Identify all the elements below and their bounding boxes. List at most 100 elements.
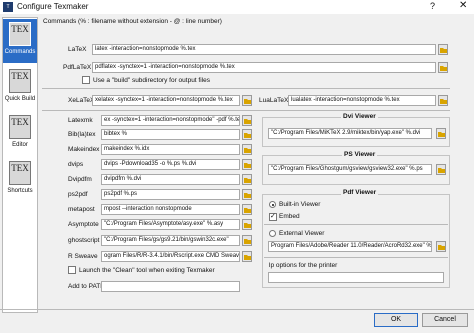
rsweave-label: R Sweave <box>68 253 98 260</box>
build-subdirectory-label: Use a "build" subdirectory for output fi… <box>93 77 210 84</box>
embed-label: Embed <box>279 213 300 220</box>
latex-label: LaTeX <box>68 46 87 53</box>
folder-icon <box>244 255 251 260</box>
printer-options-label: lp options for the printer <box>269 262 338 269</box>
path-label: Add to PATH <box>68 283 105 290</box>
ghostscript-browse-button[interactable] <box>242 235 252 246</box>
dvips-browse-button[interactable] <box>242 159 252 170</box>
folder-icon <box>244 133 251 138</box>
sidebar-item-editor[interactable]: TEX Editor <box>3 112 37 156</box>
asymptote-label: Asymptote <box>68 221 99 228</box>
makeindex-label: Makeindex <box>68 146 100 153</box>
pdflatex-browse-button[interactable] <box>438 62 448 73</box>
clean-on-exit-checkbox[interactable] <box>68 266 76 274</box>
asymptote-browse-button[interactable] <box>242 219 252 230</box>
ps2pdf-command-field[interactable]: ps2pdf %.ps <box>101 189 240 200</box>
external-viewer-radio[interactable] <box>269 230 276 237</box>
folder-icon <box>244 148 251 153</box>
pdflatex-command-field[interactable]: pdflatex -synctex=1 -interaction=nonstop… <box>92 62 436 73</box>
external-viewer-label: External Viewer <box>279 230 325 237</box>
builtin-viewer-label: Built-in Viewer <box>279 201 321 208</box>
close-button[interactable]: ✕ <box>459 0 467 11</box>
metapost-command-field[interactable]: mpost --interaction nonstopmode <box>101 204 240 215</box>
commands-hint: Commands (% : filename without extension… <box>43 18 222 25</box>
lualatex-command-field[interactable]: lualatex -interaction=nonstopmode %.tex <box>288 95 436 106</box>
xelatex-browse-button[interactable] <box>242 95 252 106</box>
folder-icon <box>438 168 445 173</box>
builtin-viewer-radio[interactable] <box>269 201 276 208</box>
folder-icon <box>244 99 251 104</box>
folder-icon <box>244 119 251 124</box>
embed-checkbox[interactable] <box>269 212 277 221</box>
folder-icon <box>440 99 447 104</box>
metapost-browse-button[interactable] <box>242 204 252 215</box>
asymptote-command-field[interactable]: "C:/Program Files/Asymptote/asy.exe" %.a… <box>101 219 240 230</box>
ghostscript-label: ghostscript <box>68 237 100 244</box>
latexmk-label: Latexmk <box>68 117 93 124</box>
sidebar-item-commands[interactable]: TEX Commands <box>3 19 37 63</box>
rsweave-command-field[interactable]: ogram Files/R/R-3.4.1/bin/Rscript.exe CM… <box>101 251 240 262</box>
ps-viewer-browse-button[interactable] <box>436 164 446 175</box>
dvips-command-field[interactable]: dvips -Pdownload35 -o %.ps %.dvi <box>101 159 240 170</box>
dvi-viewer-title: Dvi Viewer <box>341 113 378 120</box>
sidebar-item-label: Commands <box>4 49 36 55</box>
build-subdirectory-checkbox[interactable] <box>82 76 90 84</box>
rsweave-browse-button[interactable] <box>242 251 252 262</box>
sidebar-item-shortcuts[interactable]: TEX Shortcuts <box>3 158 37 202</box>
latexmk-command-field[interactable]: ex -synctex=1 -interaction=nonstopmode" … <box>101 115 240 126</box>
folder-icon <box>244 208 251 213</box>
ps-viewer-title: PS Viewer <box>342 151 378 158</box>
ghostscript-command-field[interactable]: "C:/Program Files/gs/gs9.21/bin/gswin32c… <box>101 235 240 246</box>
dvipdfm-command-field[interactable]: dvipdfm %.dvi <box>101 174 240 185</box>
path-field[interactable] <box>101 281 240 292</box>
app-icon: T <box>3 2 13 12</box>
folder-icon <box>244 223 251 228</box>
folder-icon <box>244 163 251 168</box>
bibtex-command-field[interactable]: bibtex % <box>101 129 240 140</box>
folder-icon <box>438 132 445 137</box>
tex-icon: TEX <box>9 69 31 93</box>
folder-icon <box>440 66 447 71</box>
folder-icon <box>244 193 251 198</box>
xelatex-label: XeLaTeX <box>68 97 95 104</box>
ps2pdf-label: ps2pdf <box>68 191 88 198</box>
tex-icon: TEX <box>9 115 31 139</box>
folder-icon <box>244 178 251 183</box>
ps2pdf-browse-button[interactable] <box>242 189 252 200</box>
help-button[interactable]: ? <box>430 1 435 11</box>
dvipdfm-browse-button[interactable] <box>242 174 252 185</box>
dvi-viewer-browse-button[interactable] <box>436 128 446 139</box>
printer-options-field[interactable] <box>268 272 444 283</box>
footer-divider <box>0 309 474 310</box>
bibtex-browse-button[interactable] <box>242 129 252 140</box>
ok-button[interactable]: OK <box>374 313 418 327</box>
configure-dialog: T Configure Texmaker ? ✕ TEX Commands TE… <box>0 0 474 333</box>
latexmk-browse-button[interactable] <box>242 115 252 126</box>
sidebar-item-label: Quick Build <box>4 96 36 102</box>
makeindex-browse-button[interactable] <box>242 144 252 155</box>
divider <box>264 224 448 225</box>
sidebar-item-quick-build[interactable]: TEX Quick Build <box>3 66 37 110</box>
latex-command-field[interactable]: latex -interaction=nonstopmode %.tex <box>92 44 436 55</box>
pdf-viewer-title: Pdf Viewer <box>341 189 379 196</box>
dvipdfm-label: Dvipdfm <box>68 176 92 183</box>
makeindex-command-field[interactable]: makeindex %.idx <box>101 144 240 155</box>
sidebar-item-label: Editor <box>12 142 28 148</box>
lualatex-browse-button[interactable] <box>438 95 448 106</box>
folder-icon <box>244 239 251 244</box>
folder-icon <box>440 48 447 53</box>
sidebar-item-label: Shortcuts <box>7 188 33 194</box>
divider <box>42 110 450 111</box>
folder-icon <box>438 245 445 250</box>
clean-on-exit-label: Launch the "Clean" tool when exiting Tex… <box>79 267 215 274</box>
window-title: Configure Texmaker <box>17 2 89 11</box>
cancel-button[interactable]: Cancel <box>422 313 468 327</box>
latex-browse-button[interactable] <box>438 44 448 55</box>
external-viewer-field[interactable]: Program Files/Adobe/Reader 11.0/Reader/A… <box>268 241 432 252</box>
title-bar: T Configure Texmaker ? ✕ <box>0 0 474 14</box>
dvi-viewer-field[interactable]: "C:/Program Files/MiKTeX 2.9/miktex/bin/… <box>268 128 432 139</box>
xelatex-command-field[interactable]: xelatex -synctex=1 -interaction=nonstopm… <box>92 95 240 106</box>
ps-viewer-field[interactable]: "C:/Program Files/Ghostgum/gsview/gsview… <box>268 164 432 175</box>
tex-icon: TEX <box>9 161 31 185</box>
external-viewer-browse-button[interactable] <box>436 241 446 252</box>
